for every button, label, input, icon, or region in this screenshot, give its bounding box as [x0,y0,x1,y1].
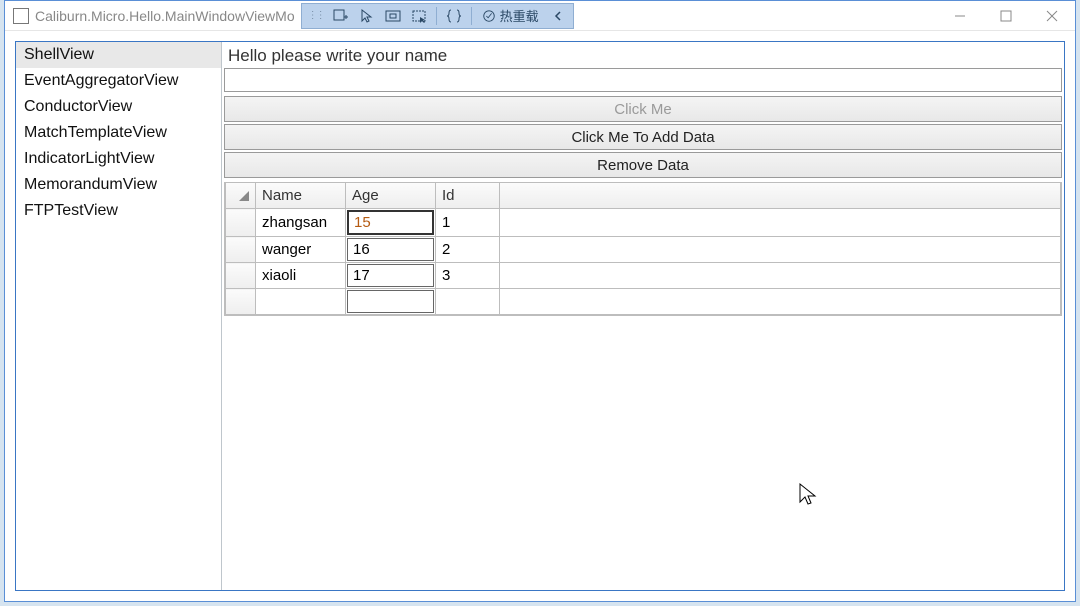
client-area: ShellViewEventAggregatorViewConductorVie… [5,31,1075,601]
toolbar-braces-icon[interactable] [443,6,465,26]
row-header[interactable] [226,237,256,263]
table-new-row[interactable] [226,289,1061,315]
row-header[interactable] [226,209,256,237]
window-title: Caliburn.Micro.Hello.MainWindowViewMo [35,8,295,24]
cell-id[interactable]: 1 [436,209,500,237]
row-header[interactable] [226,289,256,315]
sidebar-item[interactable]: MemorandumView [16,172,221,198]
hot-reload-label: 热重载 [500,6,539,25]
toolbar-grip-icon[interactable]: ⋮⋮ [306,10,326,21]
prompt-label: Hello please write your name [222,42,1064,68]
sidebar-item[interactable]: ConductorView [16,94,221,120]
toolbar-pointer-icon[interactable] [356,6,378,26]
toolbar-collapse-icon[interactable] [547,8,569,24]
column-header-age[interactable]: Age [346,183,436,209]
remove-data-button[interactable]: Remove Data [224,152,1062,178]
toolbar-separator [471,7,472,25]
table-row[interactable]: xiaoli173 [226,263,1061,289]
row-header[interactable] [226,263,256,289]
cell-id[interactable] [436,289,500,315]
click-me-button[interactable]: Click Me [224,96,1062,122]
toolbar-layout-icon[interactable] [382,6,404,26]
toolbar-add-icon[interactable] [330,6,352,26]
sidebar-item[interactable]: ShellView [16,42,221,68]
add-data-button[interactable]: Click Me To Add Data [224,124,1062,150]
titlebar[interactable]: Caliburn.Micro.Hello.MainWindowViewMo ⋮⋮ [5,1,1075,31]
name-input[interactable] [224,68,1062,92]
cell-name[interactable] [256,289,346,315]
sidebar-item[interactable]: FTPTestView [16,198,221,224]
column-header-name[interactable]: Name [256,183,346,209]
debug-toolbar: ⋮⋮ 热重载 [301,3,574,29]
sidebar-item[interactable]: MatchTemplateView [16,120,221,146]
app-icon [13,8,29,24]
cell-spacer [500,237,1061,263]
grid-select-all[interactable] [226,183,256,209]
close-button[interactable] [1029,1,1075,31]
column-header-spacer [500,183,1061,209]
maximize-button[interactable] [983,1,1029,31]
sidebar-item[interactable]: EventAggregatorView [16,68,221,94]
cell-age[interactable]: 15 [346,209,436,237]
data-grid[interactable]: Name Age Id zhangsan151wanger162xiaoli17… [224,182,1062,316]
app-window: Caliburn.Micro.Hello.MainWindowViewMo ⋮⋮ [4,0,1076,602]
toolbar-select-rect-icon[interactable] [408,6,430,26]
sidebar: ShellViewEventAggregatorViewConductorVie… [16,42,222,590]
cell-name[interactable]: wanger [256,237,346,263]
content-frame: ShellViewEventAggregatorViewConductorVie… [15,41,1065,591]
triangle-icon [239,191,249,201]
sidebar-item[interactable]: IndicatorLightView [16,146,221,172]
toolbar-separator [436,7,437,25]
cell-age[interactable] [346,289,436,315]
cell-id[interactable]: 3 [436,263,500,289]
cell-age[interactable]: 16 [346,237,436,263]
window-controls [937,1,1075,31]
cell-spacer [500,263,1061,289]
cell-id[interactable]: 2 [436,237,500,263]
minimize-button[interactable] [937,1,983,31]
cell-name[interactable]: zhangsan [256,209,346,237]
table-row[interactable]: wanger162 [226,237,1061,263]
table-row[interactable]: zhangsan151 [226,209,1061,237]
hot-reload-button[interactable]: 热重载 [478,6,543,25]
main-panel: Hello please write your name Click Me Cl… [222,42,1064,590]
cell-age[interactable]: 17 [346,263,436,289]
cell-name[interactable]: xiaoli [256,263,346,289]
column-header-id[interactable]: Id [436,183,500,209]
cell-spacer [500,289,1061,315]
cell-spacer [500,209,1061,237]
